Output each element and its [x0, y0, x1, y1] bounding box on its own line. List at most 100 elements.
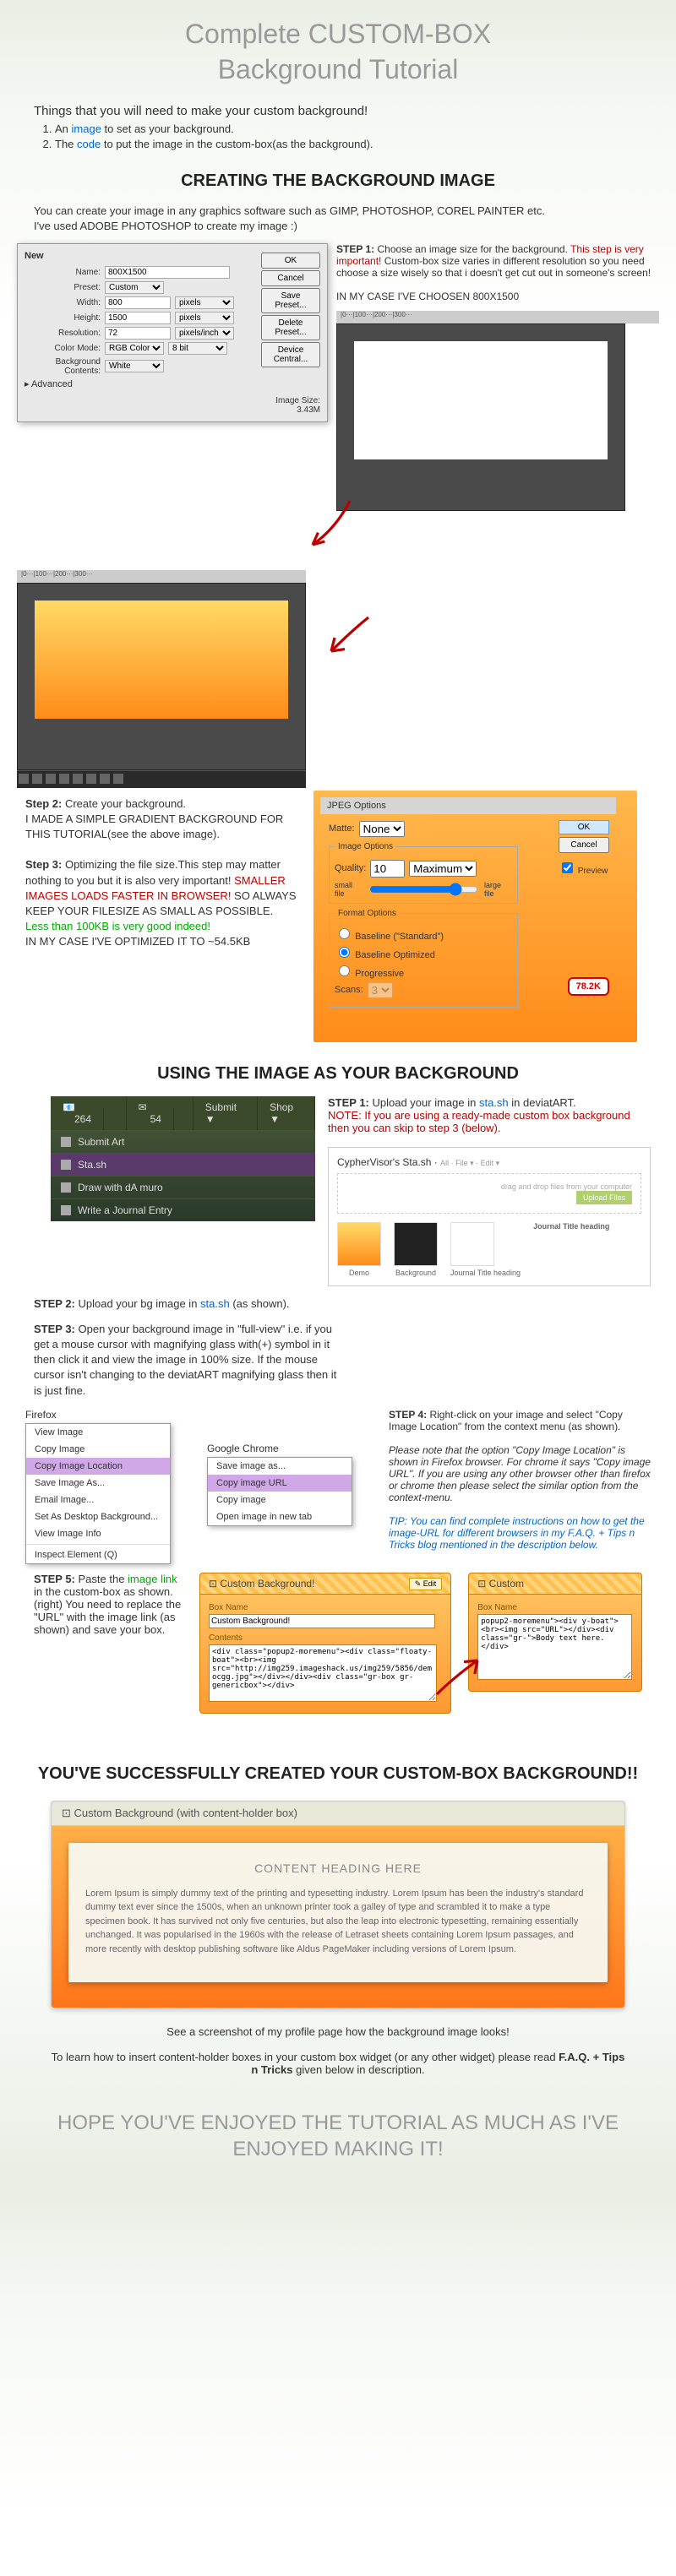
cm-email-image[interactable]: Email Image... — [26, 1492, 170, 1508]
stash-thumb[interactable]: Demo — [337, 1222, 381, 1277]
preview-checkbox[interactable] — [562, 862, 573, 873]
s2-step5: STEP 5: Paste the image link in the cust… — [34, 1573, 183, 1636]
width-input[interactable] — [105, 296, 171, 309]
muro-icon — [61, 1182, 71, 1193]
cm-copy-image[interactable]: Copy image — [208, 1492, 352, 1508]
chrome-context-menu: Save image as... Copy image URL Copy ima… — [207, 1457, 352, 1526]
menu-submit-art[interactable]: Submit Art — [51, 1130, 315, 1153]
upload-button[interactable]: Upload Files — [576, 1191, 632, 1204]
filesize-badge: 78.2K — [568, 977, 609, 996]
photoshop-new-dialog: OK Cancel Save Preset... Delete Preset..… — [17, 243, 328, 422]
lorem-text: Lorem Ipsum is simply dummy text of the … — [85, 1887, 591, 1957]
baseline-std-radio[interactable] — [339, 928, 350, 939]
s2-step4: STEP 4: Right-click on your image and se… — [389, 1409, 651, 1432]
deviantart-nav: 📧 264 ✉ 54 Submit ▼ Shop ▼ Submit Art St… — [51, 1096, 315, 1221]
page-title: Complete CUSTOM-BOX Background Tutorial — [0, 17, 676, 87]
s2-step1: STEP 1: Upload your image in sta.sh in d… — [328, 1096, 651, 1109]
cancel-button[interactable]: Cancel — [261, 270, 320, 286]
jpeg-title: JPEG Options — [320, 797, 616, 814]
delete-preset-button[interactable]: Delete Preset... — [261, 315, 320, 340]
jpeg-options-dialog: JPEG Options OK Cancel Preview Matte:Non… — [319, 796, 617, 1022]
name-input[interactable] — [105, 266, 230, 279]
stash-journal: Journal Title heading — [533, 1222, 618, 1277]
cm-save-image-as[interactable]: Save image as... — [208, 1458, 352, 1475]
cm-open-image-new-tab[interactable]: Open image in new tab — [208, 1508, 352, 1525]
jpeg-ok-button[interactable]: OK — [559, 820, 609, 834]
cm-view-image-info[interactable]: View Image Info — [26, 1525, 170, 1542]
cm-view-image[interactable]: View Image — [26, 1424, 170, 1441]
widget-title: ⊡ Custom Background! — [209, 1578, 314, 1590]
stash-header: CypherVisor's Sta.sh · All · File ▾ · Ed… — [337, 1156, 641, 1168]
contents-textarea[interactable] — [477, 1614, 632, 1680]
cm-copy-image-location[interactable]: Copy Image Location — [26, 1458, 170, 1475]
cm-copy-image-url[interactable]: Copy image URL — [208, 1475, 352, 1492]
step-3-mycase: IN MY CASE I'VE OPTIMIZED IT TO ~54.5KB — [25, 934, 307, 949]
bit-depth-select[interactable]: 8 bit — [168, 342, 227, 355]
section-2-title: USING THE IMAGE AS YOUR BACKGROUND — [0, 1064, 676, 1084]
closing-title: HOPE YOU'VE ENJOYED THE TUTORIAL AS MUCH… — [17, 2110, 659, 2162]
custom-box-widget-1: ⊡ Custom Background! ✎ Edit Box Name Cont… — [199, 1573, 451, 1714]
quality-input[interactable] — [370, 860, 405, 878]
chrome-label: Google Chrome — [207, 1443, 376, 1454]
contents-textarea[interactable] — [209, 1644, 438, 1702]
step-3-text: Step 3: Optimizing the file size.This st… — [25, 857, 307, 919]
stash-thumb[interactable]: Background — [394, 1222, 438, 1277]
box-name-input[interactable] — [209, 1614, 436, 1628]
quality-preset-select[interactable]: Maximum — [409, 861, 477, 877]
height-unit[interactable]: pixels — [175, 312, 234, 324]
bg-contents-select[interactable]: White — [105, 360, 164, 372]
width-unit[interactable]: pixels — [175, 296, 234, 309]
advanced-toggle[interactable]: ▸ Advanced — [25, 378, 73, 389]
nav-tab[interactable]: 📧 264 — [51, 1096, 127, 1130]
contents-label: Contents — [209, 1633, 442, 1643]
stash-panel: CypherVisor's Sta.sh · All · File ▾ · Ed… — [328, 1147, 651, 1286]
cm-copy-image[interactable]: Copy Image — [26, 1441, 170, 1458]
cm-set-desktop-bg[interactable]: Set As Desktop Background... — [26, 1508, 170, 1525]
firefox-label: Firefox — [25, 1409, 194, 1421]
cm-inspect-element[interactable]: Inspect Element (Q) — [26, 1546, 170, 1563]
menu-draw-muro[interactable]: Draw with dA muro — [51, 1176, 315, 1198]
color-mode-select[interactable]: RGB Color — [105, 342, 164, 355]
s2-step2: STEP 2: Upload your bg image in sta.sh (… — [34, 1296, 642, 1312]
box-name-label: Box Name — [477, 1603, 633, 1612]
preset-select[interactable]: Custom — [105, 281, 164, 294]
nav-tab-submit[interactable]: Submit ▼ — [194, 1096, 258, 1130]
resolution-unit[interactable]: pixels/inch — [175, 327, 234, 340]
photoshop-canvas-white — [336, 323, 625, 511]
stash-link[interactable]: sta.sh — [479, 1096, 509, 1109]
baseline-opt-radio[interactable] — [339, 947, 350, 958]
menu-journal[interactable]: Write a Journal Entry — [51, 1198, 315, 1221]
height-input[interactable] — [105, 312, 171, 324]
code-link[interactable]: code — [77, 138, 101, 150]
scans-select: 3 — [368, 982, 393, 998]
box-name-label: Box Name — [209, 1603, 442, 1612]
device-central-button[interactable]: Device Central... — [261, 342, 320, 367]
content-holder-box: CONTENT HEADING HERE Lorem Ipsum is simp… — [68, 1843, 608, 1983]
quality-slider[interactable] — [369, 883, 478, 896]
arrow-icon — [314, 604, 382, 671]
nav-tab[interactable]: ✉ 54 — [127, 1096, 194, 1130]
matte-select[interactable]: None — [359, 821, 405, 837]
ok-button[interactable]: OK — [261, 253, 320, 269]
s2-step4-tip: TIP: You can find complete instructions … — [389, 1515, 651, 1551]
image-link[interactable]: image — [72, 122, 101, 135]
custom-box-widget-2: ⊡ Custom Box Name — [468, 1573, 642, 1692]
stash-link-2[interactable]: sta.sh — [200, 1297, 230, 1310]
cm-save-image-as[interactable]: Save Image As... — [26, 1475, 170, 1492]
edit-button[interactable]: ✎ Edit — [409, 1578, 443, 1590]
intro-text: Things that you will need to make your c… — [34, 104, 642, 118]
step-2-text: Step 2: Create your background. — [25, 796, 307, 812]
footer-2: To learn how to insert content-holder bo… — [51, 2051, 625, 2076]
content-heading: CONTENT HEADING HERE — [85, 1860, 591, 1878]
step-2-made: I MADE A SIMPLE GRADIENT BACKGROUND FOR … — [25, 812, 307, 842]
resolution-input[interactable] — [105, 327, 171, 340]
progressive-radio[interactable] — [339, 965, 350, 976]
intro-block: Things that you will need to make your c… — [34, 104, 642, 150]
save-preset-button[interactable]: Save Preset... — [261, 288, 320, 313]
ruler: |0···|100···|200···|300··· — [336, 311, 659, 323]
jpeg-cancel-button[interactable]: Cancel — [559, 837, 609, 853]
nav-tab-shop[interactable]: Shop ▼ — [258, 1096, 315, 1130]
stash-thumb[interactable]: Journal Title heading — [450, 1222, 521, 1277]
menu-stash[interactable]: Sta.sh — [51, 1153, 315, 1176]
stash-icon — [61, 1160, 71, 1170]
